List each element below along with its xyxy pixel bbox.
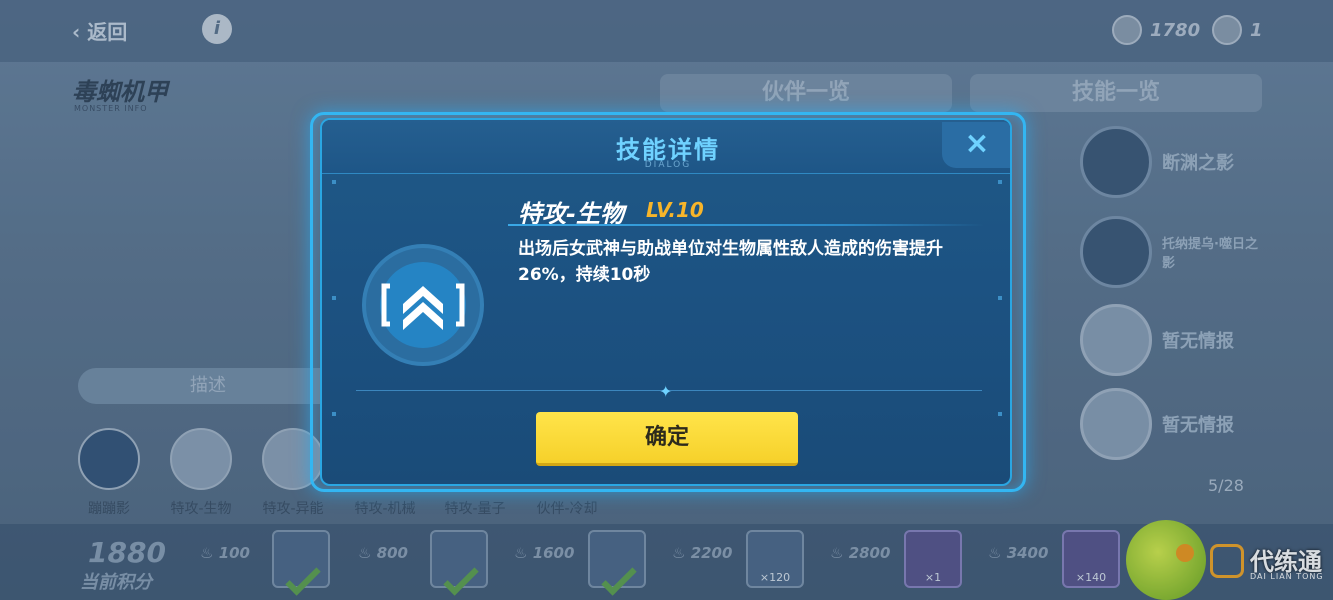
skill-level: LV.10 (646, 198, 704, 222)
dialog-subtitle: DIALOG (644, 160, 692, 170)
skill-emblem (362, 244, 484, 366)
grid-dot (332, 180, 336, 184)
grid-dot (998, 412, 1002, 416)
skill-description: 出场后女武神与助战单位对生物属性敌人造成的伤害提升26%，持续10秒 (518, 239, 943, 285)
grid-dot (332, 412, 336, 416)
chevron-up-icon (381, 283, 465, 330)
grid-dot (998, 180, 1002, 184)
grid-dot (998, 296, 1002, 300)
title-underline (508, 224, 984, 226)
sparkle-icon: ✦ (659, 382, 673, 401)
dialog-header: 技能详情 DIALOG × (322, 120, 1010, 174)
confirm-button[interactable]: 确定 (536, 412, 798, 466)
close-button[interactable]: × (942, 122, 1010, 168)
skill-detail-dialog: 技能详情 DIALOG × 特攻-生物 LV.10 出场后女武神与助战单位对生物… (320, 118, 1012, 486)
close-icon: × (964, 126, 990, 161)
grid-dot (332, 296, 336, 300)
